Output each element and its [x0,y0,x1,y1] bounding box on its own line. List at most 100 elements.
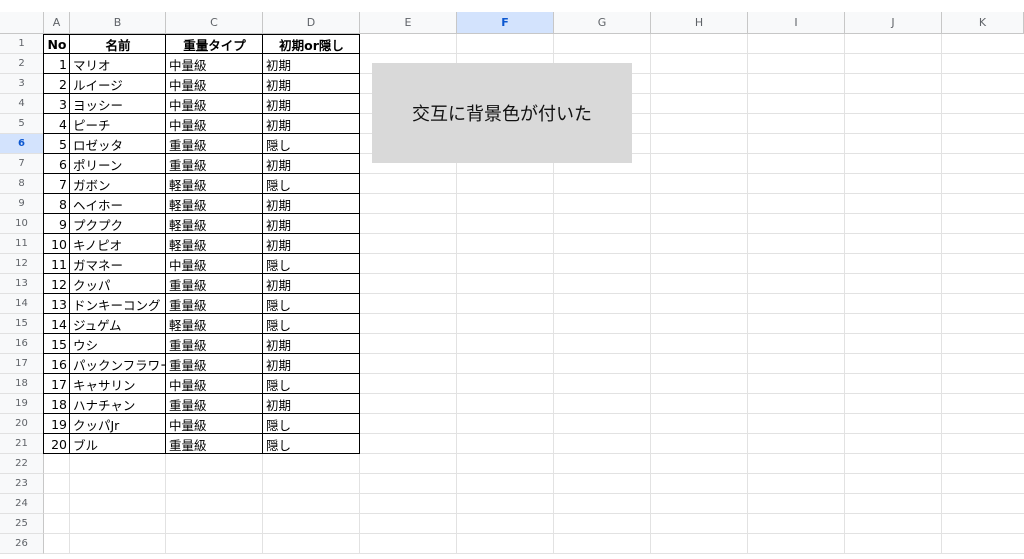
table-cell-status[interactable]: 初期 [263,274,360,294]
table-cell-name[interactable]: クッパ [70,274,166,294]
table-cell-status[interactable]: 初期 [263,354,360,374]
table-header-no[interactable]: No [44,34,70,54]
table-cell-status[interactable]: 隠し [263,414,360,434]
table-cell-no[interactable]: 18 [44,394,70,414]
table-cell-no[interactable]: 10 [44,234,70,254]
table-cell-no[interactable]: 1 [44,54,70,74]
table-cell-weight-type[interactable]: 軽量級 [166,174,263,194]
table-cell-name[interactable]: ルイージ [70,74,166,94]
table-header-name[interactable]: 名前 [70,34,166,54]
table-cell-no[interactable]: 5 [44,134,70,154]
table-cell-name[interactable]: ガボン [70,174,166,194]
column-header-a[interactable]: A [44,12,70,34]
row-header-15[interactable]: 15 [0,314,44,334]
table-cell-status[interactable]: 初期 [263,154,360,174]
table-cell-weight-type[interactable]: 重量級 [166,154,263,174]
table-cell-weight-type[interactable]: 重量級 [166,434,263,454]
column-header-c[interactable]: C [166,12,263,34]
table-cell-status[interactable]: 初期 [263,54,360,74]
table-cell-weight-type[interactable]: 中量級 [166,414,263,434]
row-header-24[interactable]: 24 [0,494,44,514]
row-header-23[interactable]: 23 [0,474,44,494]
row-header-21[interactable]: 21 [0,434,44,454]
table-cell-name[interactable]: ウシ [70,334,166,354]
table-cell-no[interactable]: 11 [44,254,70,274]
row-header-4[interactable]: 4 [0,94,44,114]
table-cell-no[interactable]: 7 [44,174,70,194]
row-header-22[interactable]: 22 [0,454,44,474]
table-cell-weight-type[interactable]: 重量級 [166,134,263,154]
table-cell-weight-type[interactable]: 中量級 [166,54,263,74]
table-cell-weight-type[interactable]: 重量級 [166,334,263,354]
table-cell-no[interactable]: 13 [44,294,70,314]
table-cell-status[interactable]: 初期 [263,334,360,354]
table-cell-status[interactable]: 初期 [263,114,360,134]
table-cell-status[interactable]: 初期 [263,194,360,214]
row-header-17[interactable]: 17 [0,354,44,374]
row-header-12[interactable]: 12 [0,254,44,274]
table-header-status[interactable]: 初期or隠し [263,34,360,54]
row-header-1[interactable]: 1 [0,34,44,54]
column-header-d[interactable]: D [263,12,360,34]
table-cell-name[interactable]: ポリーン [70,154,166,174]
table-cell-weight-type[interactable]: 重量級 [166,274,263,294]
table-cell-name[interactable]: ヨッシー [70,94,166,114]
table-cell-name[interactable]: ドンキーコング [70,294,166,314]
column-header-k[interactable]: K [942,12,1024,34]
table-cell-no[interactable]: 8 [44,194,70,214]
table-cell-name[interactable]: プクプク [70,214,166,234]
column-header-g[interactable]: G [554,12,651,34]
table-cell-no[interactable]: 6 [44,154,70,174]
table-cell-weight-type[interactable]: 中量級 [166,94,263,114]
table-cell-weight-type[interactable]: 中量級 [166,114,263,134]
table-cell-weight-type[interactable]: 重量級 [166,394,263,414]
table-cell-name[interactable]: キノピオ [70,234,166,254]
table-cell-weight-type[interactable]: 軽量級 [166,314,263,334]
row-header-7[interactable]: 7 [0,154,44,174]
table-cell-no[interactable]: 15 [44,334,70,354]
row-header-6[interactable]: 6 [0,134,44,154]
column-header-b[interactable]: B [70,12,166,34]
table-cell-no[interactable]: 2 [44,74,70,94]
table-cell-no[interactable]: 14 [44,314,70,334]
table-cell-weight-type[interactable]: 中量級 [166,254,263,274]
table-cell-status[interactable]: 初期 [263,74,360,94]
row-header-5[interactable]: 5 [0,114,44,134]
table-cell-name[interactable]: ヘイホー [70,194,166,214]
row-header-18[interactable]: 18 [0,374,44,394]
table-cell-no[interactable]: 9 [44,214,70,234]
column-header-f[interactable]: F [457,12,554,34]
column-header-e[interactable]: E [360,12,457,34]
table-cell-name[interactable]: パックンフラワー [70,354,166,374]
table-cell-name[interactable]: クッパJr [70,414,166,434]
table-cell-weight-type[interactable]: 軽量級 [166,234,263,254]
table-cell-status[interactable]: 隠し [263,314,360,334]
row-header-25[interactable]: 25 [0,514,44,534]
table-cell-name[interactable]: ブル [70,434,166,454]
row-header-9[interactable]: 9 [0,194,44,214]
table-cell-weight-type[interactable]: 中量級 [166,374,263,394]
table-cell-status[interactable]: 隠し [263,374,360,394]
table-cell-status[interactable]: 隠し [263,294,360,314]
row-header-19[interactable]: 19 [0,394,44,414]
table-cell-status[interactable]: 初期 [263,94,360,114]
table-cell-weight-type[interactable]: 中量級 [166,74,263,94]
table-cell-weight-type[interactable]: 重量級 [166,294,263,314]
table-cell-weight-type[interactable]: 軽量級 [166,214,263,234]
table-cell-status[interactable]: 隠し [263,254,360,274]
table-header-weight-type[interactable]: 重量タイプ [166,34,263,54]
row-header-16[interactable]: 16 [0,334,44,354]
table-cell-no[interactable]: 20 [44,434,70,454]
table-cell-name[interactable]: ピーチ [70,114,166,134]
spreadsheet-grid[interactable]: A B C D E F G H I J K 1 2 3 4 5 6 7 8 9 10 11 12 13 14 15 16 17 18 19… [0,12,1024,559]
table-cell-status[interactable]: 初期 [263,214,360,234]
table-cell-status[interactable]: 隠し [263,434,360,454]
table-cell-status[interactable]: 初期 [263,394,360,414]
table-cell-name[interactable]: マリオ [70,54,166,74]
row-header-3[interactable]: 3 [0,74,44,94]
table-cell-name[interactable]: ハナチャン [70,394,166,414]
column-header-h[interactable]: H [651,12,748,34]
table-cell-name[interactable]: ジュゲム [70,314,166,334]
table-cell-status[interactable]: 初期 [263,234,360,254]
table-cell-no[interactable]: 19 [44,414,70,434]
